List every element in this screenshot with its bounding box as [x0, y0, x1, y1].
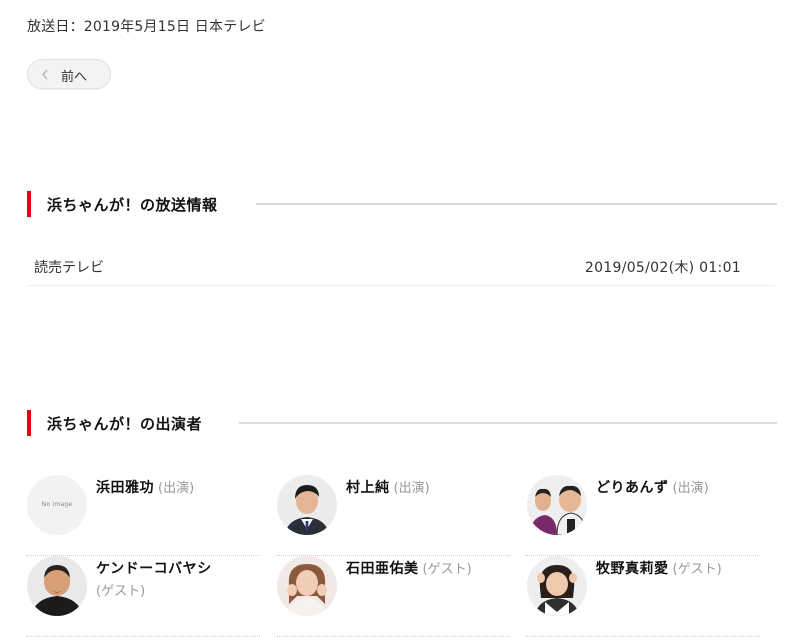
cast-item[interactable]: どりあんず (出演) [526, 475, 760, 556]
cast-item[interactable]: ケンドーコバヤシ (ゲスト) [26, 556, 260, 637]
cast-role: (ゲスト) [422, 562, 472, 577]
avatar [27, 556, 87, 616]
heading-rule [239, 422, 777, 424]
heading-accent-bar [27, 410, 31, 436]
broadcast-section-heading: 浜ちゃんが！の放送情報 [27, 191, 777, 217]
prev-button-label: 前へ [61, 70, 88, 85]
cast-section-title: 浜ちゃんが！の出演者 [47, 415, 203, 433]
duo-photo [527, 475, 587, 535]
cast-name[interactable]: 牧野真莉愛 [596, 561, 669, 577]
person-photo [27, 556, 87, 616]
cast-role: (ゲスト) [96, 584, 146, 599]
broadcast-row: 読売テレビ 2019/05/02(木) 01:01 [27, 247, 775, 286]
heading-rule [256, 203, 777, 205]
heading-accent-bar [27, 191, 31, 217]
person-photo [277, 556, 337, 616]
broadcast-station: 読売テレビ [34, 260, 104, 276]
cast-name[interactable]: ケンドーコバヤシ [96, 561, 212, 577]
avatar [527, 475, 587, 535]
cast-role: (出演) [672, 481, 709, 496]
chevron-left-icon [41, 69, 48, 80]
cast-name[interactable]: 村上純 [346, 480, 390, 496]
cast-name[interactable]: 浜田雅功 [96, 480, 154, 496]
cast-name[interactable]: 石田亜佑美 [346, 561, 419, 577]
person-photo [277, 475, 337, 535]
airdate-text: 放送日：2019年5月15日 日本テレビ [27, 19, 266, 35]
cast-section-heading: 浜ちゃんが！の出演者 [27, 410, 777, 436]
broadcast-section-title: 浜ちゃんが！の放送情報 [47, 196, 218, 214]
cast-role: (出演) [158, 481, 195, 496]
cast-name[interactable]: どりあんず [596, 480, 669, 496]
cast-item[interactable]: No Image 浜田雅功 (出演) [26, 475, 260, 556]
cast-role: (ゲスト) [672, 562, 722, 577]
cast-item[interactable]: 村上純 (出演) [276, 475, 510, 556]
person-photo [527, 556, 587, 616]
broadcast-datetime: 2019/05/02(木) 01:01 [584, 260, 741, 276]
cast-item[interactable]: 牧野真莉愛 (ゲスト) [526, 556, 760, 637]
cast-item[interactable]: 石田亜佑美 (ゲスト) [276, 556, 510, 637]
avatar [277, 556, 337, 616]
avatar: No Image [27, 475, 87, 535]
no-image-text: No Image [41, 501, 73, 508]
avatar [277, 475, 337, 535]
prev-button[interactable]: 前へ [27, 59, 111, 89]
avatar [527, 556, 587, 616]
cast-role: (出演) [393, 481, 430, 496]
